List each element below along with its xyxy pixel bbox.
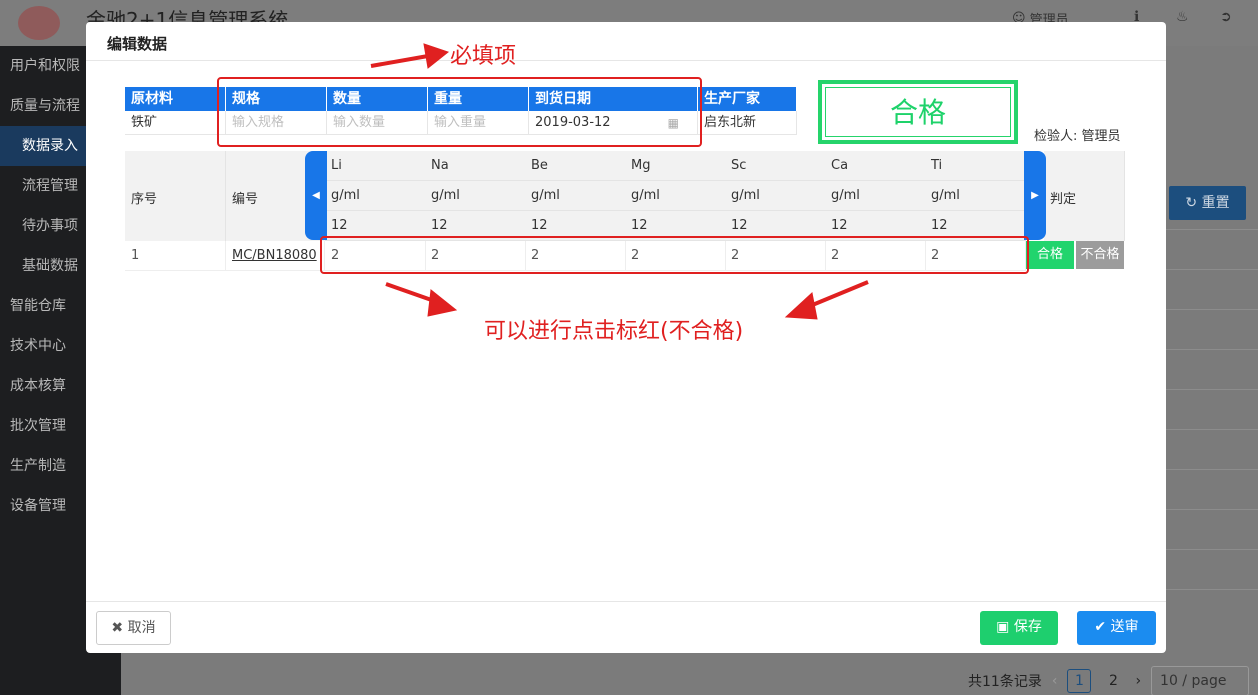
annotation-arrows [370,43,869,320]
divider [1166,429,1258,430]
cancel-button[interactable]: ✖ 取消 [96,611,171,645]
divider [1166,549,1258,550]
divider [1166,309,1258,310]
refresh-icon: ↻ [1185,195,1198,211]
page-2[interactable]: 2 [1101,669,1125,693]
floppy-icon: ▣ [996,619,1010,635]
reset-button[interactable]: ↻ 重置 [1169,186,1246,220]
page-1[interactable]: 1 [1067,669,1092,693]
next-page-icon[interactable]: › [1135,673,1141,689]
divider [1166,589,1258,590]
reset-label: 重置 [1201,195,1230,211]
save-label: 保存 [1013,619,1042,635]
cancel-label: 取消 [127,620,156,636]
divider [1166,469,1258,470]
logo [18,6,60,40]
page-size-select[interactable]: 10 / page [1151,666,1250,695]
prev-page-icon[interactable]: ‹ [1052,673,1058,689]
pagination: 共11条记录 ‹ 1 2 › 10 / page [968,666,1250,695]
edit-data-modal: 编辑数据 原材料 规格 数量 重量 到货日期 生产厂家 铁矿 输入规格 输入数量… [86,22,1166,653]
divider [1166,349,1258,350]
divider [1166,509,1258,510]
divider [1166,229,1258,230]
submit-label: 送审 [1110,619,1139,635]
logout-icon[interactable]: ➲ [1220,9,1232,25]
submit-review-button[interactable]: ✔ 送审 [1077,611,1156,645]
divider [1166,389,1258,390]
bell-icon[interactable]: ♨ [1176,9,1189,25]
modal-footer: ✖ 取消 ▣ 保存 ✔ 送审 [86,601,1166,653]
total-count: 共11条记录 [968,674,1042,690]
check-icon: ✔ [1094,619,1107,635]
save-button[interactable]: ▣ 保存 [980,611,1058,645]
close-icon: ✖ [111,620,124,636]
divider [1166,269,1258,270]
